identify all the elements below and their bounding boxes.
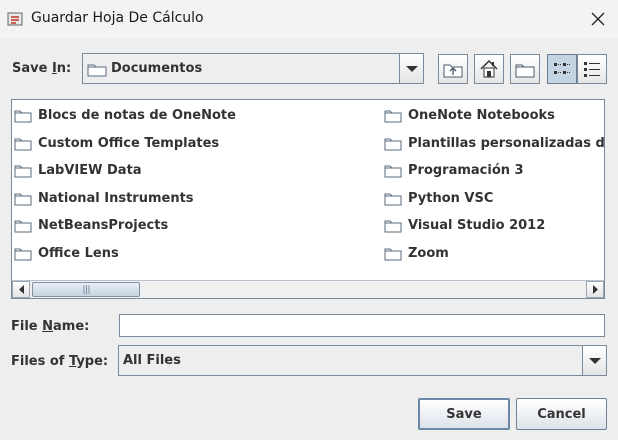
details-view-button[interactable] [577, 54, 607, 84]
up-one-level-button[interactable] [438, 54, 468, 84]
new-folder-button[interactable] [510, 54, 540, 84]
folder-icon [384, 220, 402, 232]
file-name: Zoom [408, 245, 449, 261]
save-in-label: Save In: [12, 61, 72, 76]
folder-icon [384, 138, 402, 150]
files-of-type-label: Files of Type: [11, 354, 109, 369]
list-item[interactable]: OneNote Notebooks [384, 105, 555, 125]
save-button[interactable]: Save [418, 398, 510, 430]
file-list[interactable]: Blocs de notas de OneNote Custom Office … [11, 99, 605, 299]
file-name: Plantillas personalizadas de [408, 135, 605, 151]
file-name: NetBeansProjects [38, 217, 169, 233]
folder-icon [14, 138, 32, 150]
folder-icon [384, 110, 402, 122]
up-folder-icon [443, 64, 463, 78]
folder-icon [87, 64, 107, 77]
file-name: Visual Studio 2012 [408, 217, 546, 233]
file-name: National Instruments [38, 190, 194, 206]
arrow-left-icon [18, 285, 24, 294]
folder-icon [14, 193, 32, 205]
scroll-thumb[interactable] [32, 282, 140, 297]
list-item[interactable]: NetBeansProjects [14, 215, 168, 235]
folder-icon [384, 248, 402, 260]
folder-icon [384, 193, 402, 205]
save-in-value: Documentos [111, 61, 203, 76]
java-app-icon [7, 12, 23, 26]
list-item[interactable]: Custom Office Templates [14, 133, 219, 153]
folder-icon [14, 110, 32, 122]
cancel-button[interactable]: Cancel [516, 398, 607, 430]
list-item[interactable]: Blocs de notas de OneNote [14, 105, 236, 125]
file-name: Custom Office Templates [38, 135, 220, 151]
window-title: Guardar Hoja De Cálculo [31, 10, 204, 26]
save-in-dropdown-button[interactable] [399, 54, 423, 83]
grip-icon [83, 285, 89, 294]
file-name-input[interactable] [119, 314, 605, 337]
list-item[interactable]: Zoom [384, 243, 449, 263]
list-item[interactable]: Visual Studio 2012 [384, 215, 545, 235]
list-item[interactable]: LabVIEW Data [14, 160, 142, 180]
scroll-right-button[interactable] [586, 281, 604, 298]
new-folder-icon [515, 64, 535, 78]
file-name: Office Lens [38, 245, 119, 261]
list-item[interactable]: Programación 3 [384, 160, 524, 180]
file-name-label: File Name: [11, 319, 90, 334]
file-name: LabVIEW Data [38, 162, 142, 178]
arrow-right-icon [592, 285, 598, 294]
list-item[interactable]: Plantillas personalizadas de [384, 133, 605, 153]
list-view-icon [554, 63, 570, 74]
files-of-type-dropdown-button[interactable] [582, 346, 606, 375]
home-button[interactable] [474, 54, 504, 84]
details-view-icon [584, 62, 600, 77]
list-view-button[interactable] [547, 54, 577, 84]
save-in-combo[interactable]: Documentos [82, 53, 424, 84]
file-name: Python VSC [408, 190, 494, 206]
close-icon [591, 12, 605, 26]
scroll-left-button[interactable] [12, 281, 30, 298]
folder-icon [14, 248, 32, 260]
list-item[interactable]: Office Lens [14, 243, 119, 263]
files-of-type-value: All Files [123, 353, 181, 368]
chevron-down-icon [405, 65, 418, 72]
folder-icon [14, 165, 32, 177]
close-button[interactable] [578, 4, 618, 34]
horizontal-scrollbar[interactable] [12, 280, 604, 298]
list-item[interactable]: Python VSC [384, 188, 493, 208]
file-name: Programación 3 [408, 162, 524, 178]
folder-icon [384, 165, 402, 177]
chevron-down-icon [588, 357, 601, 364]
file-name: OneNote Notebooks [408, 107, 555, 123]
title-bar: Guardar Hoja De Cálculo [0, 0, 618, 38]
file-name: Blocs de notas de OneNote [38, 107, 236, 123]
home-icon [480, 59, 498, 78]
list-item[interactable]: National Instruments [14, 188, 194, 208]
folder-icon [14, 220, 32, 232]
files-of-type-combo[interactable]: All Files [118, 345, 607, 376]
